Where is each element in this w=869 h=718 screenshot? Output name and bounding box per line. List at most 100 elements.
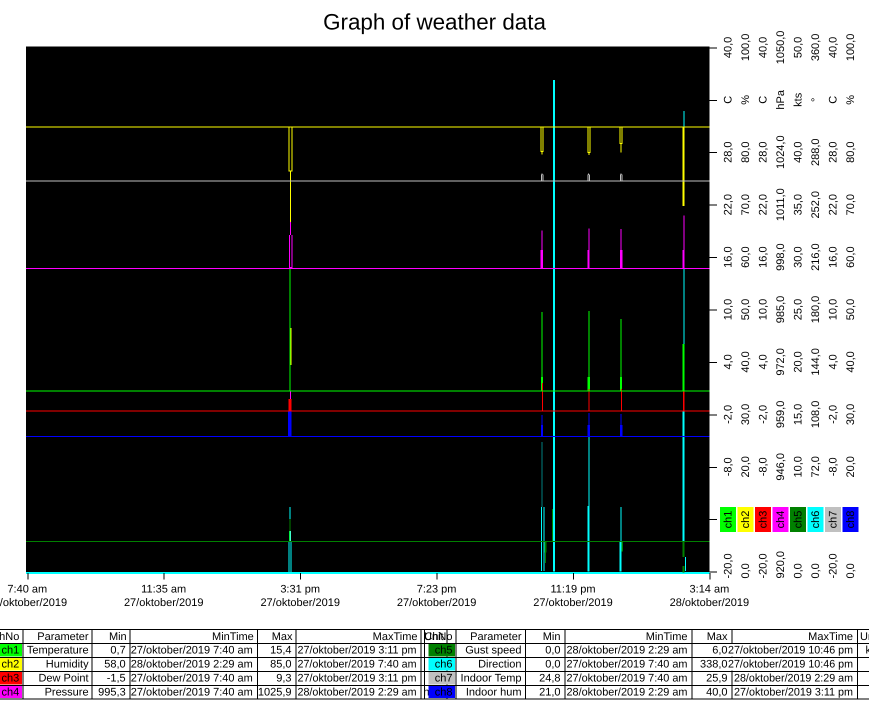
svg-text:%: %	[740, 95, 752, 105]
svg-text:Parameter: Parameter	[470, 631, 522, 643]
svg-text:28/oktober/2019 2:29 am: 28/oktober/2019 2:29 am	[567, 687, 688, 699]
svg-text:7:23 pm: 7:23 pm	[417, 584, 457, 596]
svg-text:ch5: ch5	[435, 645, 453, 657]
svg-text:Max: Max	[272, 631, 293, 643]
svg-text:0,7: 0,7	[110, 645, 125, 657]
svg-text:50,0: 50,0	[845, 299, 857, 320]
svg-text:985,0: 985,0	[775, 296, 787, 324]
svg-text:920,0: 920,0	[775, 551, 787, 579]
svg-text:70,0: 70,0	[845, 194, 857, 215]
svg-text:27/oktober/2019 3:11 pm: 27/oktober/2019 3:11 pm	[298, 645, 417, 657]
svg-text:27/oktober/2019 3:11 pm: 27/oktober/2019 3:11 pm	[734, 687, 853, 699]
svg-text:27/oktober/2019 7:40 am: 27/oktober/2019 7:40 am	[131, 687, 253, 699]
svg-text:27/oktober/2019: 27/oktober/2019	[0, 597, 67, 609]
svg-text:ch4: ch4	[775, 511, 787, 529]
svg-text:ch6: ch6	[810, 511, 822, 529]
svg-text:27/oktober/2019: 27/oktober/2019	[260, 597, 340, 609]
svg-text:100,0: 100,0	[845, 34, 857, 62]
svg-text:3:14 am: 3:14 am	[690, 584, 730, 596]
svg-text:50,0: 50,0	[793, 37, 805, 58]
svg-text:11:19 pm: 11:19 pm	[550, 584, 595, 596]
svg-text:15,4: 15,4	[270, 645, 291, 657]
svg-text:995,3: 995,3	[98, 687, 126, 699]
svg-text:Direction: Direction	[478, 659, 521, 671]
svg-text:40,0: 40,0	[845, 351, 857, 372]
svg-text:-2,0: -2,0	[723, 405, 735, 424]
svg-text:ch1: ch1	[723, 511, 735, 529]
svg-text:C: C	[723, 96, 735, 104]
svg-text:20,0: 20,0	[793, 351, 805, 372]
svg-text:100,0: 100,0	[740, 34, 752, 62]
svg-text:MaxTime: MaxTime	[373, 631, 418, 643]
svg-text:0,0: 0,0	[545, 645, 560, 657]
svg-text:Indoor hum: Indoor hum	[466, 687, 522, 699]
svg-text:40,0: 40,0	[828, 37, 840, 58]
svg-text:972,0: 972,0	[775, 348, 787, 376]
svg-text:4,0: 4,0	[723, 354, 735, 369]
svg-text:Humidity: Humidity	[46, 659, 89, 671]
svg-text:0,0: 0,0	[740, 563, 752, 578]
svg-text:28/oktober/2019 2:29 am: 28/oktober/2019 2:29 am	[298, 687, 417, 699]
svg-text:C: C	[758, 96, 770, 104]
svg-text:0,0: 0,0	[545, 659, 560, 671]
svg-text:60,0: 60,0	[740, 246, 752, 267]
svg-text:60,0: 60,0	[845, 246, 857, 267]
svg-text:10,0: 10,0	[758, 299, 770, 320]
svg-text:27/oktober/2019 10:46 pm: 27/oktober/2019 10:46 pm	[728, 659, 853, 671]
svg-text:ch1: ch1	[2, 645, 20, 657]
svg-text:40,0: 40,0	[723, 37, 735, 58]
svg-text:30,0: 30,0	[740, 404, 752, 425]
svg-text:21,0: 21,0	[539, 687, 560, 699]
svg-text:Unit: Unit	[860, 631, 869, 643]
svg-text:1011,0: 1011,0	[775, 188, 787, 221]
svg-text:27/oktober/2019 3:11 pm: 27/oktober/2019 3:11 pm	[298, 673, 417, 685]
svg-text:4,0: 4,0	[758, 354, 770, 369]
svg-text:144,0: 144,0	[810, 348, 822, 376]
svg-text:10,0: 10,0	[793, 456, 805, 477]
svg-text:MinTime: MinTime	[646, 631, 688, 643]
svg-text:ch4: ch4	[2, 687, 20, 699]
svg-text:-2,0: -2,0	[828, 405, 840, 424]
svg-text:ch2: ch2	[2, 659, 20, 671]
svg-text:C: C	[828, 96, 840, 104]
svg-text:16,0: 16,0	[758, 246, 770, 267]
svg-text:28/oktober/2019 2:29 am: 28/oktober/2019 2:29 am	[567, 645, 688, 657]
svg-text:24,8: 24,8	[539, 673, 560, 685]
svg-text:946,0: 946,0	[775, 453, 787, 481]
svg-text:-20,0: -20,0	[758, 553, 770, 578]
svg-text:Parameter: Parameter	[37, 631, 89, 643]
svg-text:0,0: 0,0	[810, 563, 822, 578]
svg-text:288,0: 288,0	[810, 138, 822, 166]
svg-text:252,0: 252,0	[810, 191, 822, 219]
svg-text:1050,0: 1050,0	[775, 31, 787, 65]
svg-text:ch7: ch7	[828, 511, 840, 529]
svg-text:70,0: 70,0	[740, 194, 752, 215]
svg-text:80,0: 80,0	[845, 141, 857, 162]
svg-text:0,0: 0,0	[793, 563, 805, 578]
svg-text:30,0: 30,0	[845, 404, 857, 425]
svg-text:Gust speed: Gust speed	[465, 645, 521, 657]
svg-text:16,0: 16,0	[828, 246, 840, 267]
svg-text:338,0: 338,0	[700, 659, 728, 671]
svg-text:28/oktober/2019 2:29 am: 28/oktober/2019 2:29 am	[734, 673, 853, 685]
svg-text:MinTime: MinTime	[212, 631, 254, 643]
svg-text:27/oktober/2019 10:46 pm: 27/oktober/2019 10:46 pm	[728, 645, 853, 657]
svg-text:Max: Max	[707, 631, 728, 643]
svg-text:27/oktober/2019 7:40 am: 27/oktober/2019 7:40 am	[131, 645, 253, 657]
svg-text:40,0: 40,0	[793, 141, 805, 162]
svg-text:10,0: 10,0	[723, 299, 735, 320]
svg-text:Graph of weather data: Graph of weather data	[323, 10, 546, 35]
svg-text:kts: kts	[793, 92, 805, 107]
svg-text:-20,0: -20,0	[828, 553, 840, 578]
svg-text:9,3: 9,3	[276, 673, 291, 685]
svg-text:28,0: 28,0	[723, 141, 735, 162]
svg-text:ch7: ch7	[435, 673, 453, 685]
svg-text:3:31 pm: 3:31 pm	[280, 584, 320, 596]
svg-text:27/oktober/2019 7:40 am: 27/oktober/2019 7:40 am	[131, 673, 253, 685]
svg-text:58,0: 58,0	[104, 659, 125, 671]
svg-text:6,0: 6,0	[712, 645, 727, 657]
svg-text:MaxTime: MaxTime	[808, 631, 853, 643]
svg-text:80,0: 80,0	[740, 141, 752, 162]
svg-text:%: %	[845, 95, 857, 105]
svg-text:27/oktober/2019 7:40 am: 27/oktober/2019 7:40 am	[298, 659, 417, 671]
